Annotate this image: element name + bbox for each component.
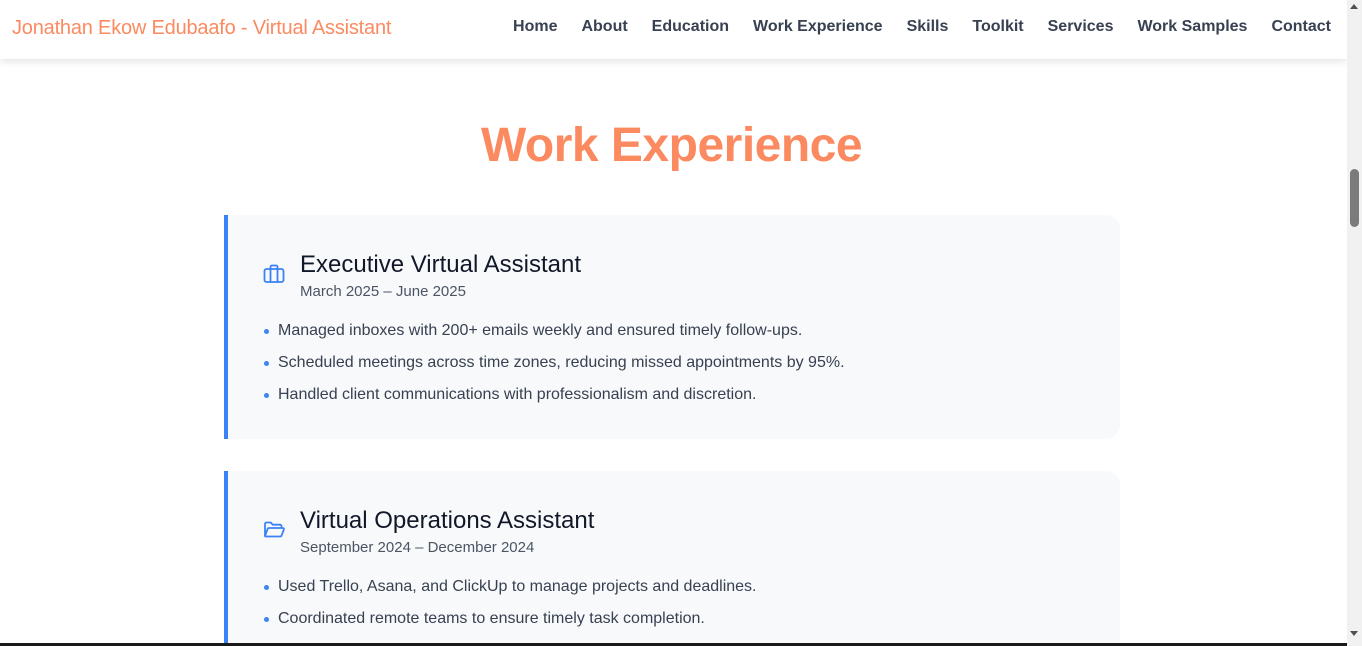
- job-title: Executive Virtual Assistant: [300, 251, 582, 278]
- nav-toolkit[interactable]: Toolkit: [972, 18, 1023, 36]
- vertical-scrollbar[interactable]: [1347, 0, 1362, 646]
- job-bullets: Managed inboxes with 200+ emails weekly …: [260, 321, 845, 417]
- nav-skills[interactable]: Skills: [907, 18, 949, 36]
- main-nav: Home About Education Work Experience Ski…: [513, 18, 1331, 36]
- top-navbar: Jonathan Ekow Edubaafo - Virtual Assista…: [0, 0, 1347, 59]
- job-title: Virtual Operations Assistant: [300, 507, 595, 534]
- job-dates: March 2025 – June 2025: [300, 283, 466, 300]
- job-bullet: Coordinated remote teams to ensure timel…: [260, 609, 757, 641]
- nav-about[interactable]: About: [581, 18, 627, 36]
- site-brand[interactable]: Jonathan Ekow Edubaafo - Virtual Assista…: [12, 17, 391, 40]
- nav-services[interactable]: Services: [1048, 18, 1114, 36]
- page-viewport: Jonathan Ekow Edubaafo - Virtual Assista…: [0, 0, 1347, 646]
- nav-work-experience[interactable]: Work Experience: [753, 18, 883, 36]
- nav-home[interactable]: Home: [513, 18, 557, 36]
- job-bullet: Scheduled meetings across time zones, re…: [260, 353, 845, 385]
- scroll-up-arrow-icon[interactable]: [1350, 4, 1358, 9]
- folder-open-icon: [262, 518, 286, 542]
- job-dates: September 2024 – December 2024: [300, 539, 535, 556]
- job-card: Virtual Operations Assistant September 2…: [224, 471, 1120, 646]
- briefcase-icon: [262, 262, 286, 286]
- job-bullet: Handled client communications with profe…: [260, 385, 845, 417]
- nav-education[interactable]: Education: [652, 18, 729, 36]
- scroll-down-arrow-icon[interactable]: [1350, 631, 1358, 636]
- nav-work-samples[interactable]: Work Samples: [1137, 18, 1247, 36]
- scrollbar-thumb[interactable]: [1350, 169, 1359, 227]
- section-title: Work Experience: [480, 119, 863, 172]
- job-card: Executive Virtual Assistant March 2025 –…: [224, 215, 1120, 439]
- nav-contact[interactable]: Contact: [1271, 18, 1331, 36]
- job-bullet: Managed inboxes with 200+ emails weekly …: [260, 321, 845, 353]
- job-bullet: Used Trello, Asana, and ClickUp to manag…: [260, 577, 757, 609]
- job-bullets: Used Trello, Asana, and ClickUp to manag…: [260, 577, 757, 641]
